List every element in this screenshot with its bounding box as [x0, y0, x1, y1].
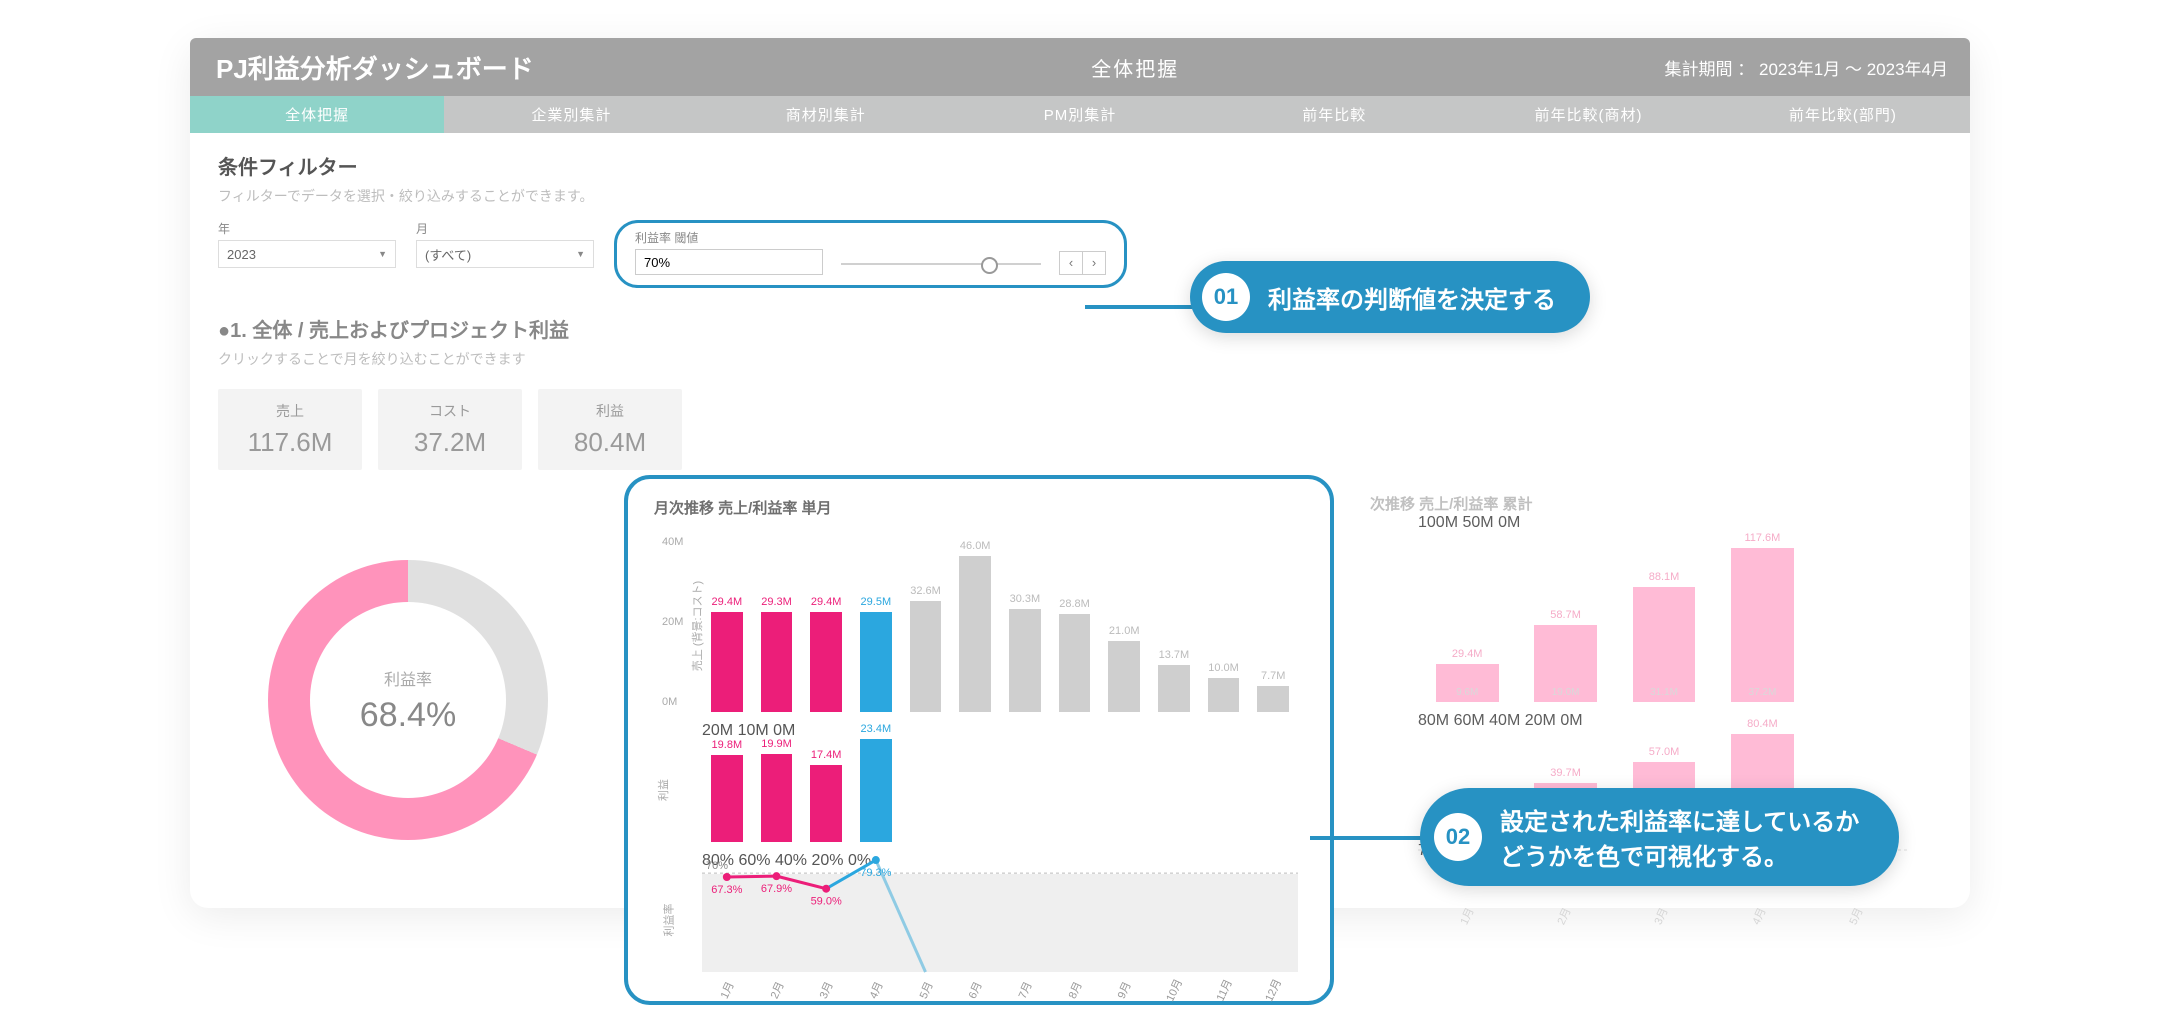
y-tick: 50M: [1462, 514, 1493, 531]
bar-slot[interactable]: [1199, 722, 1249, 842]
bar-slot[interactable]: 19.8M: [702, 722, 752, 842]
chevron-down-icon: ▼: [378, 249, 387, 259]
tab-yoy-dept[interactable]: 前年比較(部門): [1716, 96, 1970, 133]
svg-text:59.0%: 59.0%: [811, 896, 842, 908]
monthly-chart-highlight: 月次推移 売上/利益率 単月 売上 (背景:コスト) 40M 20M 0M 29…: [624, 475, 1334, 1005]
tab-yoy[interactable]: 前年比較: [1207, 96, 1461, 133]
month-value: (すべて): [425, 245, 471, 264]
x-axis-labels: 1月2月3月4月5月6月7月8月9月10月11月12月: [702, 982, 1298, 998]
section1-subtitle: クリックすることで月を絞り込むことができます: [218, 349, 1942, 369]
year-value: 2023: [227, 247, 256, 262]
y-tick: 0M: [662, 696, 677, 708]
threshold-slider[interactable]: [841, 251, 1041, 275]
threshold-stepper: ‹ ›: [1059, 251, 1106, 275]
kpi-label: 利益: [546, 401, 674, 421]
year-label: 年: [218, 220, 396, 237]
y-tick: 40M: [662, 536, 683, 548]
bar-slot[interactable]: [1149, 722, 1199, 842]
dashboard-card: PJ利益分析ダッシュボード 全体把握 集計期間 ： 2023年1月 ～ 2023…: [190, 38, 1970, 908]
bar-slot[interactable]: [1099, 722, 1149, 842]
kpi-label: 売上: [226, 401, 354, 421]
bar-slot[interactable]: [1248, 722, 1298, 842]
step-prev-button[interactable]: ‹: [1060, 252, 1082, 274]
bar-slot[interactable]: 46.0M: [950, 542, 1000, 712]
kpi-value: 117.6M: [226, 427, 354, 458]
tab-company[interactable]: 企業別集計: [444, 96, 698, 133]
kpi-label: コスト: [386, 401, 514, 421]
filter-title: 条件フィルター: [218, 151, 1942, 180]
rate-line-zone: 利益率 80% 60% 40% 20% 0% 70%67.3%67.9%59.0…: [702, 852, 1298, 972]
kpi-value: 37.2M: [386, 427, 514, 458]
kpi-profit: 利益 80.4M: [538, 389, 682, 470]
callout-number: 01: [1202, 273, 1250, 321]
header-bar: PJ利益分析ダッシュボード 全体把握 集計期間 ： 2023年1月 ～ 2023…: [190, 38, 1970, 96]
bar-slot[interactable]: 28.8M: [1050, 542, 1100, 712]
chart-title: 次推移 売上/利益率 累計: [1370, 493, 1910, 514]
app-title: PJ利益分析ダッシュボード: [190, 49, 606, 86]
x-axis-labels: 1月2月3月4月5月: [1418, 908, 1904, 924]
svg-text:79.3%: 79.3%: [860, 867, 891, 879]
donut-value: 68.4%: [360, 696, 456, 735]
bar-slot[interactable]: 23.4M: [851, 722, 901, 842]
kpi-sales: 売上 117.6M: [218, 389, 362, 470]
y-axis-label: 利益率: [661, 904, 677, 937]
kpi-cost: コスト 37.2M: [378, 389, 522, 470]
profit-rate-donut: 利益率 68.4%: [218, 475, 598, 925]
bar-slot[interactable]: 32.6M: [901, 542, 951, 712]
month-label: 月: [416, 220, 594, 237]
year-select[interactable]: 2023 ▼: [218, 240, 396, 268]
bar-slot[interactable]: [1000, 722, 1050, 842]
callout-02: 02 設定された利益率に達しているか どうかを色で可視化する。: [1420, 788, 1899, 886]
threshold-label: 利益率 閾値: [635, 229, 823, 246]
sales-bar-zone: 売上 (背景:コスト) 40M 20M 0M 29.4M29.3M29.4M29…: [702, 524, 1298, 712]
bar-slot[interactable]: 19.9M: [752, 722, 802, 842]
bar-slot[interactable]: [901, 722, 951, 842]
kpi-value: 80.4M: [546, 427, 674, 458]
bar-slot[interactable]: 29.4M: [801, 542, 851, 712]
step-next-button[interactable]: ›: [1082, 252, 1105, 274]
section1-title: ●1. 全体 / 売上およびプロジェクト利益: [218, 314, 1942, 343]
profit-bar-zone: 利益 20M 10M 0M 19.8M19.9M17.4M23.4M: [702, 722, 1298, 842]
y-tick: 0M: [1498, 514, 1520, 531]
svg-text:67.9%: 67.9%: [761, 883, 792, 895]
callout-text: 利益率の判断値を決定する: [1268, 280, 1556, 315]
bar-slot[interactable]: 29.5M: [851, 542, 901, 712]
bar-slot[interactable]: 30.3M: [1000, 542, 1050, 712]
bar-slot[interactable]: 13.7M: [1149, 542, 1199, 712]
threshold-highlight: 利益率 閾値 ‹ ›: [614, 220, 1127, 288]
svg-text:67.3%: 67.3%: [711, 884, 742, 896]
cumulative-chart: 次推移 売上/利益率 累計 100M 50M 0M 29.4M9.6M58.7M…: [1360, 475, 1920, 1031]
tab-product[interactable]: 商材別集計: [699, 96, 953, 133]
header-section: 全体把握: [606, 53, 1665, 82]
svg-text:70%: 70%: [706, 860, 728, 872]
aggregation-period: 集計期間 ： 2023年1月 ～ 2023年4月: [1665, 55, 1970, 80]
callout-connector: [1310, 836, 1430, 840]
callout-01: 01 利益率の判断値を決定する: [1190, 261, 1590, 333]
month-select[interactable]: (すべて) ▼: [416, 240, 594, 268]
y-axis-label: 利益: [655, 779, 671, 801]
tab-bar: 全体把握 企業別集計 商材別集計 PM別集計 前年比較 前年比較(商材) 前年比…: [190, 96, 1970, 133]
threshold-input[interactable]: [635, 249, 823, 275]
bar-slot[interactable]: 29.4M: [702, 542, 752, 712]
tab-yoy-product[interactable]: 前年比較(商材): [1461, 96, 1715, 133]
callout-text: 設定された利益率に達しているか どうかを色で可視化する。: [1500, 802, 1859, 872]
chevron-down-icon: ▼: [576, 249, 585, 259]
bar-slot[interactable]: 29.3M: [752, 542, 802, 712]
bar-slot[interactable]: 10.0M: [1199, 542, 1249, 712]
callout-number: 02: [1434, 813, 1482, 861]
bar-slot[interactable]: 21.0M: [1099, 542, 1149, 712]
donut-label: 利益率: [384, 666, 432, 690]
chart-title: 月次推移 売上/利益率 単月: [654, 497, 1304, 518]
y-tick: 100M: [1418, 514, 1458, 531]
bar-slot[interactable]: 7.7M: [1248, 542, 1298, 712]
tab-overall[interactable]: 全体把握: [190, 96, 444, 133]
bar-slot[interactable]: [1050, 722, 1100, 842]
y-tick: 20M: [662, 616, 683, 628]
bar-slot[interactable]: 17.4M: [801, 722, 851, 842]
filter-subtitle: フィルターでデータを選択・絞り込みすることができます。: [218, 186, 1942, 206]
bar-slot[interactable]: [950, 722, 1000, 842]
tab-pm[interactable]: PM別集計: [953, 96, 1207, 133]
